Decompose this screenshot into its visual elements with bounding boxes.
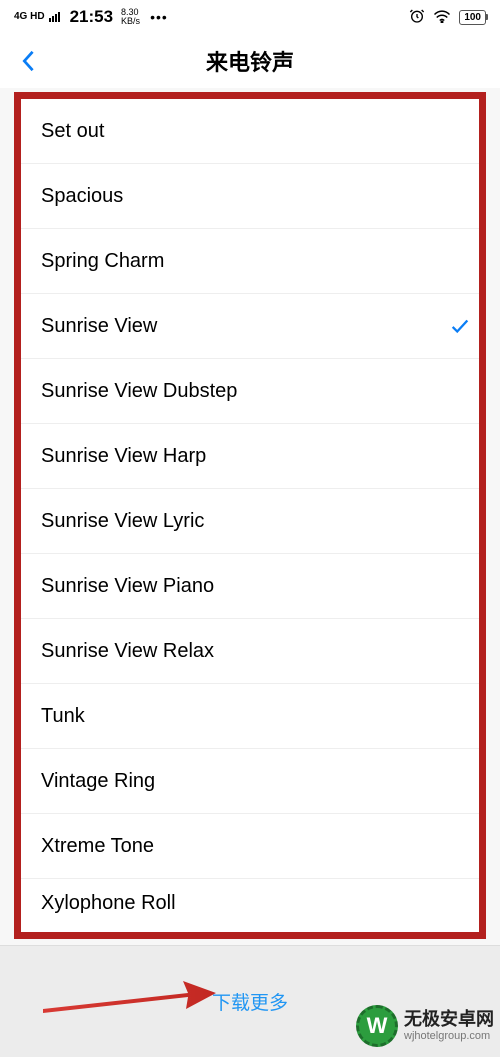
battery-icon: 100 (459, 10, 486, 25)
ringtone-label: Spring Charm (41, 250, 164, 273)
ringtone-item[interactable]: Sunrise View Harp (21, 424, 479, 489)
ringtone-item[interactable]: Spring Charm (21, 229, 479, 294)
brand-logo-icon: W (356, 1005, 398, 1047)
wifi-icon (433, 9, 451, 26)
ringtone-label: Xtreme Tone (41, 835, 154, 858)
ringtone-label: Sunrise View Dubstep (41, 380, 237, 403)
signal-bars-icon (49, 12, 60, 22)
brand-main: 无极安卓网 (404, 1009, 494, 1031)
ringtone-item[interactable]: Xtreme Tone (21, 814, 479, 879)
ringtone-label: Tunk (41, 705, 85, 728)
ringtone-label: Spacious (41, 185, 123, 208)
ringtone-label: Sunrise View Relax (41, 640, 214, 663)
ringtone-item[interactable]: Vintage Ring (21, 749, 479, 814)
network-label: 4G HD (14, 12, 45, 22)
ringtone-label: Sunrise View Harp (41, 445, 206, 468)
status-left: 4G HD 21:53 8.30KB/s ••• (14, 7, 168, 27)
ringtone-list: Set out Spacious Spring Charm Sunrise View S… (21, 99, 479, 927)
status-time: 21:53 (70, 7, 113, 27)
ringtone-label: Vintage Ring (41, 770, 155, 793)
ringtone-label: Xylophone Roll (41, 892, 176, 915)
ringtone-item[interactable]: Spacious (21, 164, 479, 229)
check-icon (449, 315, 471, 337)
ringtone-label: Sunrise View Lyric (41, 510, 204, 533)
ringtone-item[interactable]: Sunrise View (21, 294, 479, 359)
ringtone-item[interactable]: Sunrise View Lyric (21, 489, 479, 554)
more-icon: ••• (150, 9, 168, 25)
ringtone-label: Sunrise View (41, 315, 157, 338)
footer-bar: 下载更多 W 无极安卓网 wjhotelgroup.com (0, 945, 500, 1057)
ringtone-list-highlight: Set out Spacious Spring Charm Sunrise View S… (14, 92, 486, 939)
ringtone-item[interactable]: Set out (21, 99, 479, 164)
alarm-icon (409, 8, 425, 27)
back-button[interactable] (6, 39, 50, 83)
ringtone-label: Sunrise View Piano (41, 575, 214, 598)
ringtone-item[interactable]: Tunk (21, 684, 479, 749)
ringtone-item[interactable]: Xylophone Roll (21, 879, 479, 927)
status-right: 100 (409, 8, 486, 27)
nav-header: 来电铃声 (0, 34, 500, 88)
ringtone-item[interactable]: Sunrise View Relax (21, 619, 479, 684)
brand-text: 无极安卓网 wjhotelgroup.com (404, 1009, 494, 1044)
status-bar: 4G HD 21:53 8.30KB/s ••• 100 (0, 0, 500, 34)
page-title: 来电铃声 (0, 45, 500, 77)
brand-badge: W 无极安卓网 wjhotelgroup.com (356, 1005, 494, 1047)
ringtone-item[interactable]: Sunrise View Dubstep (21, 359, 479, 424)
download-more-link[interactable]: 下载更多 (212, 988, 288, 1015)
status-speed: 8.30KB/s (121, 8, 140, 26)
brand-sub: wjhotelgroup.com (404, 1030, 494, 1043)
annotation-arrow-icon (38, 975, 218, 1019)
chevron-left-icon (21, 50, 35, 72)
ringtone-label: Set out (41, 120, 104, 143)
ringtone-item[interactable]: Sunrise View Piano (21, 554, 479, 619)
